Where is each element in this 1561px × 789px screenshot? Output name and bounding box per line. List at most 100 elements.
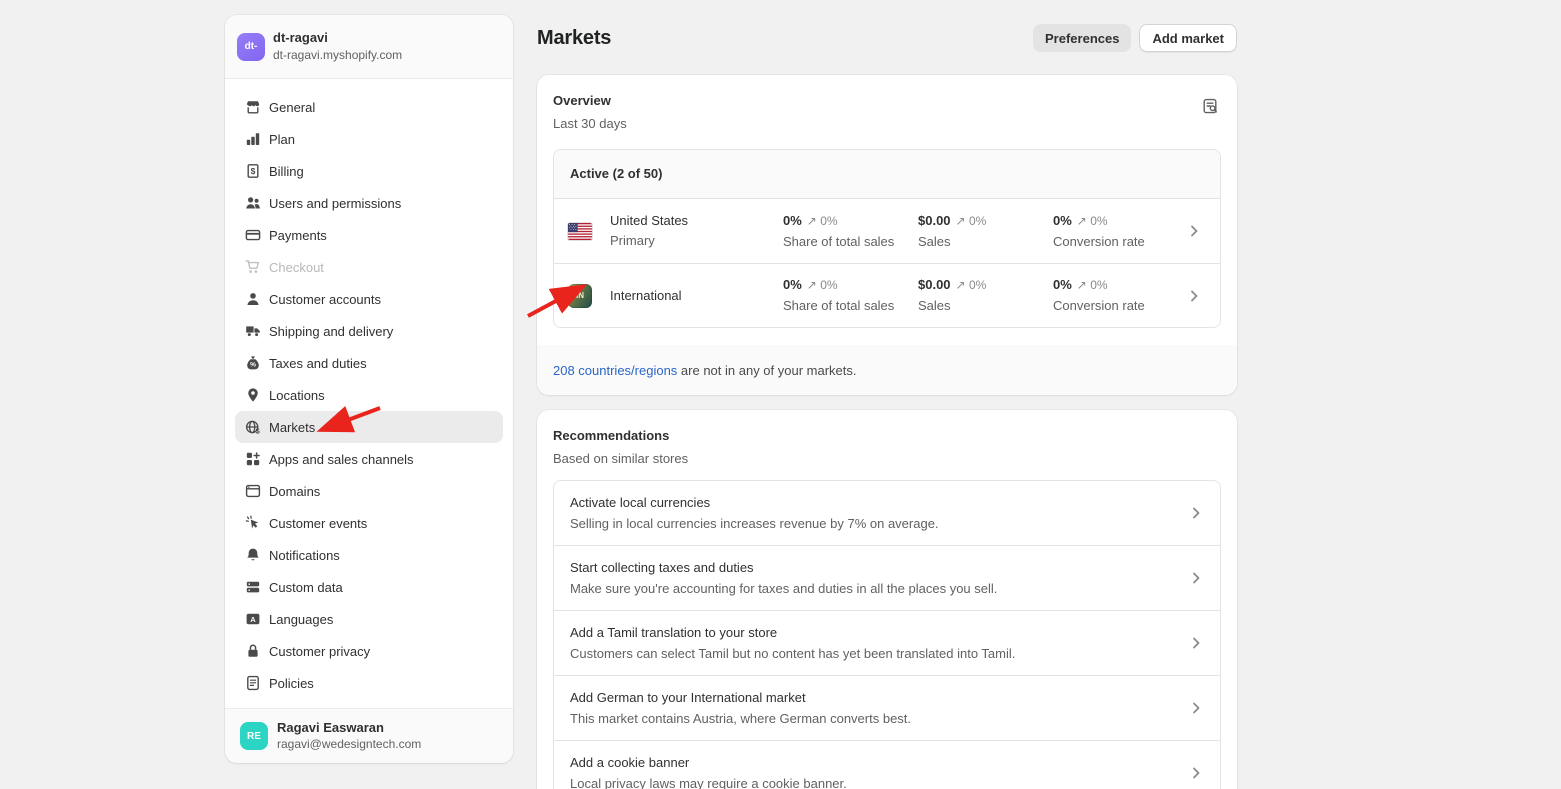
- metric-value: $0.00: [918, 277, 951, 292]
- market-row-international[interactable]: IN International 0%↗ 0% Share of total s…: [554, 263, 1220, 327]
- delta-up-icon: ↗: [807, 278, 817, 292]
- svg-text:A: A: [250, 615, 256, 624]
- sidebar-item-label: Markets: [269, 420, 315, 435]
- checkout-cart-icon: [245, 259, 261, 275]
- markets-globe-icon: $: [245, 419, 261, 435]
- report-search-icon[interactable]: [1201, 97, 1221, 117]
- recommendation-start-collecting-taxes[interactable]: Start collecting taxes and duties Make s…: [554, 545, 1220, 610]
- us-flag-icon: [568, 223, 592, 240]
- sidebar-item-label: Checkout: [269, 260, 324, 275]
- sidebar-item-customer-privacy[interactable]: Customer privacy: [235, 635, 503, 667]
- market-row-united-states[interactable]: United States Primary 0%↗ 0% Share of to…: [554, 199, 1220, 263]
- delta-up-icon: ↗: [1077, 214, 1087, 228]
- sidebar-item-label: Taxes and duties: [269, 356, 367, 371]
- svg-text:$: $: [251, 166, 256, 176]
- locations-pin-icon: [245, 387, 261, 403]
- metric-value: 0%: [783, 213, 802, 228]
- recommendation-description: Selling in local currencies increases re…: [570, 515, 1188, 533]
- privacy-lock-icon: [245, 643, 261, 659]
- metric-label: Sales: [918, 233, 1053, 251]
- sidebar-item-taxes-and-duties[interactable]: % Taxes and duties: [235, 347, 503, 379]
- metric-sales: $0.00↗ 0% Sales: [918, 276, 1053, 315]
- header-actions: Preferences Add market: [1033, 24, 1237, 52]
- countries-regions-link[interactable]: 208 countries/regions: [553, 363, 677, 378]
- sidebar-item-locations[interactable]: Locations: [235, 379, 503, 411]
- sidebar-item-label: Customer events: [269, 516, 367, 531]
- sidebar-item-label: General: [269, 100, 315, 115]
- international-badge-icon: IN: [568, 284, 592, 308]
- recommendation-add-cookie-banner[interactable]: Add a cookie banner Local privacy laws m…: [554, 740, 1220, 789]
- add-market-button[interactable]: Add market: [1139, 24, 1237, 52]
- shipping-truck-icon: [245, 323, 261, 339]
- chevron-right-icon: [1188, 700, 1204, 716]
- sidebar-item-label: Payments: [269, 228, 327, 243]
- overview-footer-text: are not in any of your markets.: [677, 363, 856, 378]
- preferences-button[interactable]: Preferences: [1033, 24, 1131, 52]
- sidebar-item-payments[interactable]: Payments: [235, 219, 503, 251]
- sidebar-item-shipping-and-delivery[interactable]: Shipping and delivery: [235, 315, 503, 347]
- taxes-icon: %: [245, 355, 261, 371]
- sidebar-item-plan[interactable]: Plan: [235, 123, 503, 155]
- recommendation-description: Make sure you're accounting for taxes an…: [570, 580, 1188, 598]
- user-footer: RE Ragavi Easwaran ragavi@wedesigntech.c…: [225, 708, 513, 763]
- recommendation-activate-local-currencies[interactable]: Activate local currencies Selling in loc…: [554, 481, 1220, 545]
- sidebar-item-general[interactable]: General: [235, 91, 503, 123]
- sidebar-item-billing[interactable]: $ Billing: [235, 155, 503, 187]
- metric-sales: $0.00↗ 0% Sales: [918, 212, 1053, 251]
- recommendations-card: Recommendations Based on similar stores …: [537, 410, 1237, 789]
- settings-nav: General Plan $ Billing Users and permiss…: [225, 79, 513, 711]
- delta-up-icon: ↗: [956, 278, 966, 292]
- customer-accounts-icon: [245, 291, 261, 307]
- sidebar-item-markets[interactable]: $ Markets: [235, 411, 503, 443]
- recommendation-add-german[interactable]: Add German to your International market …: [554, 675, 1220, 740]
- sidebar-item-label: Domains: [269, 484, 320, 499]
- chevron-right-icon: [1188, 635, 1204, 651]
- metric-delta: 0%: [1090, 214, 1107, 228]
- sidebar-item-notifications[interactable]: Notifications: [235, 539, 503, 571]
- sidebar-item-label: Shipping and delivery: [269, 324, 393, 339]
- store-name: dt-ragavi: [273, 30, 402, 46]
- market-name: United States: [610, 212, 688, 230]
- sidebar-item-policies[interactable]: Policies: [235, 667, 503, 699]
- sidebar-item-customer-events[interactable]: Customer events: [235, 507, 503, 539]
- sidebar-item-domains[interactable]: Domains: [235, 475, 503, 507]
- sidebar-item-label: Custom data: [269, 580, 343, 595]
- metric-delta: 0%: [969, 214, 986, 228]
- user-avatar: RE: [240, 722, 268, 750]
- store-avatar: dt-: [237, 33, 265, 61]
- recommendations-subtitle: Based on similar stores: [553, 450, 1221, 468]
- overview-title: Overview: [553, 91, 1221, 111]
- notifications-bell-icon: [245, 547, 261, 563]
- sidebar-item-label: Users and permissions: [269, 196, 401, 211]
- metric-label: Share of total sales: [783, 297, 918, 315]
- store-domain: dt-ragavi.myshopify.com: [273, 48, 402, 63]
- sidebar-item-customer-accounts[interactable]: Customer accounts: [235, 283, 503, 315]
- market-primary-badge: Primary: [610, 232, 688, 250]
- sidebar-item-custom-data[interactable]: Custom data: [235, 571, 503, 603]
- sidebar-item-apps-and-sales-channels[interactable]: Apps and sales channels: [235, 443, 503, 475]
- sidebar-item-languages[interactable]: A Languages: [235, 603, 503, 635]
- sidebar-item-checkout: Checkout: [235, 251, 503, 283]
- billing-icon: $: [245, 163, 261, 179]
- metric-conversion: 0%↗ 0% Conversion rate: [1053, 276, 1186, 315]
- plan-icon: [245, 131, 261, 147]
- user-info: Ragavi Easwaran ragavi@wedesigntech.com: [277, 720, 421, 752]
- recommendation-title: Add a cookie banner: [570, 753, 1188, 772]
- metric-share: 0%↗ 0% Share of total sales: [783, 276, 918, 315]
- metric-delta: 0%: [820, 278, 837, 292]
- metric-conversion: 0%↗ 0% Conversion rate: [1053, 212, 1186, 251]
- recommendation-description: Local privacy laws may require a cookie …: [570, 775, 1188, 789]
- market-name: International: [610, 287, 682, 305]
- chevron-right-icon: [1188, 570, 1204, 586]
- recommendation-add-tamil-translation[interactable]: Add a Tamil translation to your store Cu…: [554, 610, 1220, 675]
- svg-text:$: $: [256, 427, 261, 435]
- user-email: ragavi@wedesigntech.com: [277, 737, 421, 752]
- metric-label: Conversion rate: [1053, 233, 1186, 251]
- policies-icon: [245, 675, 261, 691]
- metric-share: 0%↗ 0% Share of total sales: [783, 212, 918, 251]
- sidebar-item-label: Plan: [269, 132, 295, 147]
- sidebar-item-label: Locations: [269, 388, 325, 403]
- sidebar-item-users-and-permissions[interactable]: Users and permissions: [235, 187, 503, 219]
- recommendations-title: Recommendations: [553, 426, 1221, 446]
- domains-icon: [245, 483, 261, 499]
